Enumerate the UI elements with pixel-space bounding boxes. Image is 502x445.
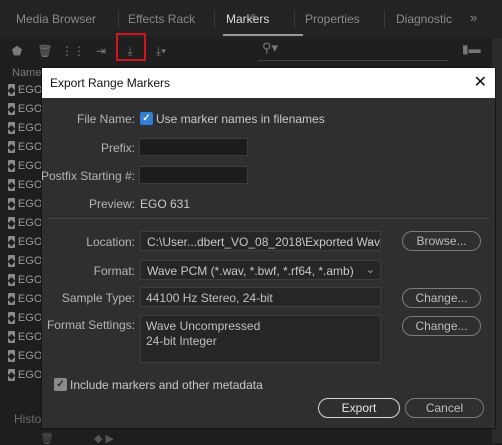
- format-label: Format:: [93, 264, 135, 278]
- preview-label: Preview:: [88, 197, 135, 211]
- file-name-label: File Name:: [76, 112, 135, 126]
- change-format-settings-button[interactable]: Change...: [402, 316, 481, 336]
- list-item[interactable]: ◆ EGO: [8, 348, 42, 364]
- tab-separator: [214, 10, 215, 28]
- format-settings-line: 24-bit Integer: [146, 334, 217, 348]
- export-button[interactable]: Export: [318, 398, 400, 418]
- tab-separator: [384, 10, 385, 28]
- preview-value: EGO 631: [140, 197, 191, 211]
- prefix-label: Prefix:: [100, 141, 135, 155]
- list-item[interactable]: ◆ EGO: [8, 139, 42, 155]
- marker-icon: ◆: [8, 312, 15, 324]
- column-header-name: Name: [12, 67, 42, 79]
- tab-overflow-button[interactable]: »: [470, 10, 477, 25]
- export-range-markers-dialog: Export Range Markers ✕ File Name: ✓ Use …: [41, 67, 496, 429]
- marker-icon: ◆: [8, 84, 15, 96]
- use-marker-names-checkbox[interactable]: ✓: [140, 112, 153, 125]
- tab-markers[interactable]: Markers: [226, 12, 269, 26]
- prefix-input[interactable]: [139, 138, 248, 156]
- format-settings-label: Format Settings:: [46, 318, 135, 332]
- list-item[interactable]: ◆ EGO: [8, 215, 42, 231]
- format-select[interactable]: Wave PCM (*.wav, *.bwf, *.rf64, *.amb) ⌄: [140, 260, 381, 280]
- highlight-box: [116, 33, 146, 61]
- tab-effects-rack[interactable]: Effects Rack: [128, 12, 195, 26]
- delete-icon[interactable]: 🗑: [36, 42, 54, 60]
- browse-button[interactable]: Browse...: [402, 231, 481, 251]
- merge-markers-icon[interactable]: ⋮⋮: [61, 42, 85, 60]
- marker-icon: ◆: [8, 103, 15, 115]
- marker-icon: ◆: [8, 369, 15, 381]
- use-marker-names-label: Use marker names in filenames: [156, 112, 325, 126]
- list-item[interactable]: ◆ EGO: [8, 196, 42, 212]
- panel-tab-bar: Media Browser Effects Rack Markers ≡ Pro…: [0, 0, 502, 39]
- divider: [48, 218, 489, 219]
- format-settings-box: Wave Uncompressed 24-bit Integer: [140, 315, 381, 363]
- search-input[interactable]: [258, 60, 448, 61]
- marker-icon: ◆: [8, 293, 15, 305]
- active-tab-indicator: [223, 34, 303, 36]
- postfix-input[interactable]: [139, 166, 248, 184]
- list-item[interactable]: ◆ EGO: [8, 82, 42, 98]
- marker-icon: ◆: [8, 350, 15, 362]
- list-item[interactable]: ◆ EGO: [8, 329, 42, 345]
- marker-icon: ◆: [8, 141, 15, 153]
- location-select[interactable]: C:\User...dbert_VO_08_2018\Exported Wavs…: [140, 231, 381, 251]
- dialog-titlebar: Export Range Markers ✕: [42, 68, 495, 98]
- search-icon[interactable]: ⚲▾: [262, 40, 278, 56]
- tab-history[interactable]: Histo: [14, 412, 41, 426]
- dialog-title: Export Range Markers: [50, 76, 171, 90]
- list-item[interactable]: ◆ EGO: [8, 101, 42, 117]
- tab-media-browser[interactable]: Media Browser: [16, 12, 96, 26]
- close-icon[interactable]: ✕: [474, 72, 487, 92]
- list-item[interactable]: ◆ EGO: [8, 367, 42, 383]
- tab-diagnostics[interactable]: Diagnostic: [396, 12, 452, 26]
- chevron-down-icon: ⌄: [365, 264, 375, 276]
- location-label: Location:: [86, 235, 135, 249]
- insert-playlist-icon[interactable]: ⇥: [92, 42, 110, 60]
- marker-icon: ◆: [8, 331, 15, 343]
- sample-type-value: 44100 Hz Stereo, 24-bit: [140, 287, 381, 307]
- marker-icon: ◆: [8, 179, 15, 191]
- sample-type-label: Sample Type:: [61, 291, 135, 305]
- include-metadata-label: Include markers and other metadata: [70, 378, 263, 392]
- marker-icon: ◆: [8, 217, 15, 229]
- location-value: C:\User...dbert_VO_08_2018\Exported Wavs: [147, 235, 381, 249]
- list-item[interactable]: ◆ EGO: [8, 272, 42, 288]
- list-item[interactable]: ◆ EGO: [8, 291, 42, 307]
- marker-icon: ◆: [8, 255, 15, 267]
- tab-separator: [118, 10, 119, 28]
- chevron-down-icon: ⌄: [365, 235, 375, 247]
- format-value: Wave PCM (*.wav, *.bwf, *.rf64, *.amb): [147, 264, 354, 278]
- marker-icon: ◆: [8, 160, 15, 172]
- marker-icon: ◆: [8, 198, 15, 210]
- cancel-button[interactable]: Cancel: [405, 398, 484, 418]
- list-item[interactable]: ◆ EGO: [8, 120, 42, 136]
- list-item[interactable]: ◆ EGO: [8, 253, 42, 269]
- export-selected-icon[interactable]: ⤓▾: [152, 42, 170, 60]
- tab-separator: [294, 10, 295, 28]
- include-metadata-checkbox[interactable]: ✓: [54, 378, 67, 391]
- postfix-label: Postfix Starting #:: [40, 169, 135, 183]
- change-sample-type-button[interactable]: Change...: [402, 288, 481, 308]
- filter-icon[interactable]: ▮▬: [462, 42, 481, 56]
- list-item[interactable]: ◆ EGO: [8, 234, 42, 250]
- tab-menu-icon[interactable]: ≡: [250, 12, 256, 23]
- marker-icon: ◆: [8, 236, 15, 248]
- trash-icon[interactable]: 🗑: [40, 432, 54, 445]
- list-item[interactable]: ◆ EGO: [8, 310, 42, 326]
- list-item[interactable]: ◆ EGO: [8, 158, 42, 174]
- list-item[interactable]: ◆ EGO: [8, 177, 42, 193]
- marker-icon: ◆: [8, 122, 15, 134]
- format-settings-line: Wave Uncompressed: [146, 319, 261, 333]
- shape-icon[interactable]: ◆ ▶: [94, 432, 114, 445]
- marker-pin-icon[interactable]: ⬟: [8, 42, 26, 60]
- tab-properties[interactable]: Properties: [305, 12, 360, 26]
- marker-icon: ◆: [8, 274, 15, 286]
